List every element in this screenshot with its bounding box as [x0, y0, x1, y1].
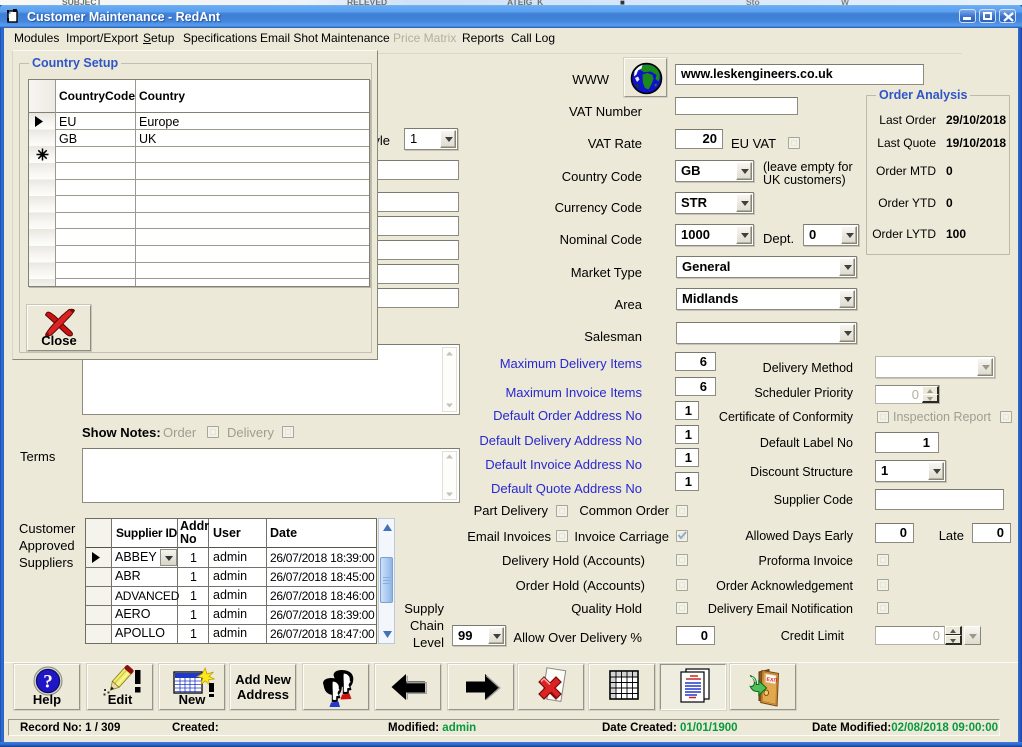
- svg-text:?: ?: [43, 672, 53, 693]
